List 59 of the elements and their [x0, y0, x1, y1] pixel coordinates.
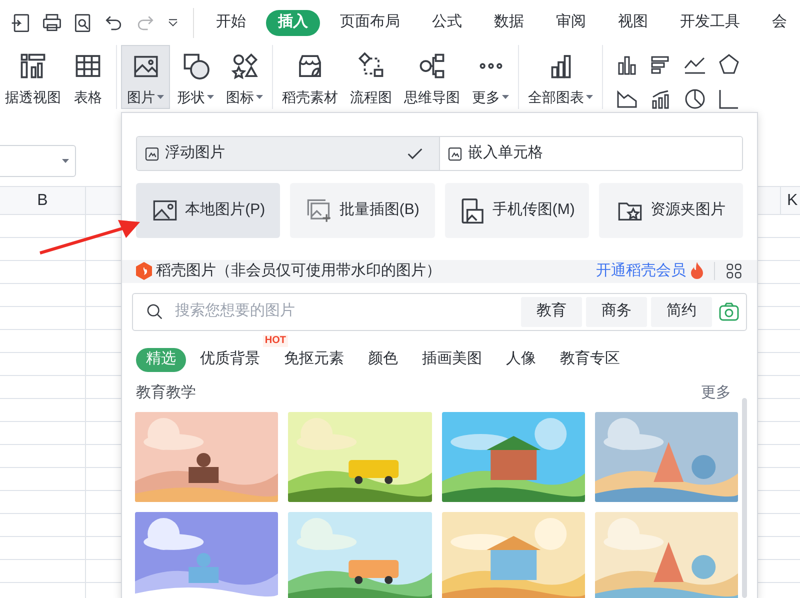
more-icon [478, 63, 502, 69]
picture-icon [446, 144, 464, 162]
picture-source-button[interactable]: 批量插图(B) [290, 183, 434, 238]
ribbon-tab[interactable]: 会 [760, 10, 799, 36]
picture-source-button[interactable]: 手机传图(M) [444, 183, 589, 238]
column-header[interactable]: K [780, 187, 800, 214]
pivot-chart-icon [18, 51, 48, 81]
search-tag[interactable]: 商务 [586, 296, 647, 326]
picture-source-button[interactable]: 资源夹图片 [598, 183, 743, 238]
ribbon-tab[interactable]: 审阅 [544, 10, 598, 36]
ribbon-tab[interactable]: 开发工具 [668, 10, 752, 36]
ribbon-tab[interactable]: 公式 [420, 10, 474, 36]
insert-mode-option[interactable]: 嵌入单元格 [439, 137, 742, 170]
flame-icon [690, 262, 704, 280]
member-link[interactable]: 开通稻壳会员 [596, 260, 686, 282]
picture-source-button[interactable]: 本地图片(P) [136, 183, 280, 238]
category-tab[interactable]: 颜色 [358, 348, 408, 372]
apps-icon [725, 262, 743, 280]
section-title: 教育教学 [136, 383, 196, 404]
toolbar-button[interactable]: 图片 [121, 45, 170, 109]
hot-badge: HOT [262, 334, 288, 346]
pie-chart-icon [683, 87, 707, 111]
search-field[interactable]: 搜索您想要的图片 教育 商务 简约 [132, 292, 747, 330]
search-tag[interactable]: 简约 [651, 296, 712, 326]
category-tab[interactable]: 插画美图 [412, 348, 492, 372]
toolbar-button[interactable]: 形状 [172, 45, 219, 109]
export-icon [10, 12, 32, 34]
mind-map-icon [417, 51, 447, 81]
ribbon-tab[interactable]: 开始 [204, 10, 258, 36]
caret-icon [62, 158, 69, 164]
more-link[interactable]: 更多 [701, 382, 731, 405]
toolbar-button[interactable]: 全部图表 [523, 45, 598, 109]
radar-chart-icon [717, 53, 741, 77]
toolbar-button[interactable]: 思维导图 [399, 45, 465, 109]
ribbon-tab[interactable]: 页面布局 [328, 10, 412, 36]
ribbon-tab[interactable]: 数据 [482, 10, 536, 36]
toolbar-button[interactable]: 流程图 [345, 45, 397, 109]
search-tag[interactable]: 教育 [521, 296, 582, 326]
picture-icon [143, 144, 161, 162]
insert-mode-option[interactable]: 浮动图片 [137, 137, 439, 170]
print-icon [41, 12, 63, 34]
ribbon-tab[interactable]: 视图 [606, 10, 660, 36]
category-tab[interactable]: 免抠元素 [274, 348, 354, 372]
category-tab[interactable]: 教育专区 [550, 348, 630, 372]
category-tab[interactable]: 人像 [496, 348, 546, 372]
scrollbar[interactable] [742, 398, 747, 598]
column-header[interactable]: B [0, 187, 86, 214]
search-icon [145, 302, 165, 322]
picture-icon [151, 198, 180, 224]
scatter-chart-icon [717, 87, 741, 111]
toolbar-button[interactable]: 更多 [467, 45, 514, 109]
toolbar-button[interactable]: 图标 [221, 45, 268, 109]
toolbar-button[interactable]: 表格 [68, 45, 108, 109]
icons-icon [230, 51, 260, 81]
library-title: 稻壳图片（非会员仅可使用带水印的图片） [156, 261, 441, 281]
add-pictures-icon [305, 198, 334, 224]
name-box[interactable] [0, 145, 76, 177]
toolbar-button[interactable]: 据透视图 [0, 45, 66, 109]
toolbar-button[interactable]: 稻壳素材 [277, 45, 343, 109]
